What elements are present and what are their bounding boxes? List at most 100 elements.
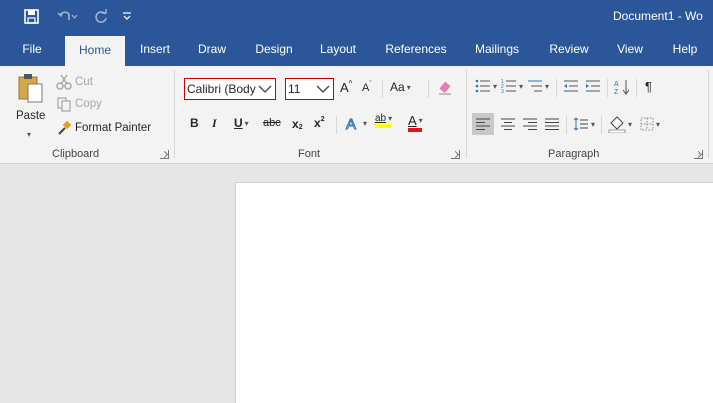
subscript-mark: 2 bbox=[298, 124, 303, 131]
undo-button[interactable] bbox=[55, 7, 81, 25]
align-right-icon bbox=[523, 118, 537, 130]
tab-home[interactable]: Home bbox=[65, 36, 125, 66]
shading-button[interactable]: ▾ bbox=[608, 115, 632, 133]
subscript-label: x bbox=[292, 116, 299, 131]
text-effects-icon: A bbox=[346, 116, 357, 133]
font-size-combo[interactable]: 11 bbox=[285, 78, 334, 100]
increase-indent-icon bbox=[586, 80, 600, 92]
font-size-value: 11 bbox=[288, 82, 301, 96]
highlight-color-button[interactable]: ab ▾ bbox=[375, 113, 392, 128]
document-page[interactable] bbox=[235, 182, 713, 403]
underline-label: U bbox=[234, 116, 243, 130]
tab-design[interactable]: Design bbox=[250, 33, 298, 66]
tab-insert[interactable]: Insert bbox=[133, 33, 177, 66]
title-bar: Document1 - Wo bbox=[0, 0, 713, 33]
font-color-label: A bbox=[408, 113, 417, 128]
font-dialog-launcher[interactable] bbox=[451, 150, 460, 159]
decrease-indent-button[interactable] bbox=[563, 79, 579, 93]
cut-button[interactable]: Cut bbox=[56, 74, 93, 90]
copy-label: Copy bbox=[75, 98, 102, 110]
align-right-button[interactable] bbox=[522, 117, 538, 131]
separator bbox=[336, 116, 337, 134]
borders-icon bbox=[640, 117, 654, 131]
sort-button[interactable]: A Z bbox=[614, 79, 630, 95]
chevron-down-icon[interactable] bbox=[257, 82, 273, 96]
svg-text:Z: Z bbox=[614, 89, 619, 95]
shrink-font-button[interactable]: Aˇ bbox=[362, 81, 372, 95]
format-painter-label: Format Painter bbox=[75, 122, 152, 134]
tab-layout[interactable]: Layout bbox=[314, 33, 362, 66]
align-left-icon bbox=[476, 118, 490, 130]
change-case-label: Aa bbox=[390, 80, 405, 94]
increase-indent-button[interactable] bbox=[585, 79, 601, 93]
multilevel-list-icon bbox=[528, 80, 542, 92]
separator bbox=[428, 80, 429, 98]
strikethrough-button[interactable]: abc bbox=[263, 117, 281, 129]
align-center-button[interactable] bbox=[500, 117, 516, 131]
justify-button[interactable] bbox=[544, 117, 560, 131]
paint-bucket-icon bbox=[608, 116, 626, 133]
ribbon: Paste ▾ Cut Copy Format Painter Clipboar… bbox=[0, 66, 713, 164]
highlight-label: ab bbox=[375, 113, 387, 124]
shrink-font-label: A bbox=[362, 82, 370, 94]
customize-qat-button[interactable] bbox=[120, 7, 134, 25]
borders-button[interactable]: ▾ bbox=[640, 117, 660, 131]
numbering-button[interactable]: 1 2 3 ▾ bbox=[501, 79, 523, 93]
tab-references[interactable]: References bbox=[380, 33, 452, 66]
redo-icon bbox=[95, 9, 107, 23]
grow-font-button[interactable]: A ^ bbox=[340, 79, 352, 95]
tab-draw[interactable]: Draw bbox=[192, 33, 232, 66]
clear-formatting-button[interactable] bbox=[437, 80, 453, 96]
superscript-label: x bbox=[314, 116, 321, 130]
tab-view[interactable]: View bbox=[610, 33, 650, 66]
align-left-button[interactable] bbox=[472, 113, 494, 135]
separator bbox=[382, 80, 383, 98]
ribbon-tabs: File Home Insert Draw Design Layout Refe… bbox=[0, 33, 713, 66]
bullets-button[interactable]: ▾ bbox=[475, 79, 497, 93]
group-separator bbox=[174, 70, 175, 158]
change-case-button[interactable]: Aa ▾ bbox=[390, 80, 411, 94]
bold-label: B bbox=[190, 116, 199, 130]
paste-dropdown-caret: ▾ bbox=[27, 130, 32, 139]
pilcrow-icon: ¶ bbox=[645, 79, 652, 94]
tab-file[interactable]: File bbox=[12, 33, 52, 66]
separator bbox=[566, 116, 567, 134]
copy-button[interactable]: Copy bbox=[56, 96, 102, 112]
paste-button[interactable]: Paste ▾ bbox=[12, 72, 45, 144]
subscript-button[interactable]: x2 bbox=[292, 116, 303, 132]
tab-help[interactable]: Help bbox=[665, 33, 705, 66]
font-name-combo[interactable]: Calibri (Body bbox=[184, 78, 276, 100]
svg-text:A: A bbox=[614, 81, 619, 88]
text-effects-button[interactable]: A ▾ bbox=[345, 114, 368, 133]
paragraph-dialog-launcher[interactable] bbox=[694, 150, 703, 159]
tab-review[interactable]: Review bbox=[543, 33, 595, 66]
strikethrough-label: abc bbox=[263, 117, 281, 129]
underline-button[interactable]: U ▾ bbox=[234, 116, 249, 130]
customize-icon bbox=[123, 12, 131, 20]
clipboard-group-label: Clipboard bbox=[52, 148, 100, 160]
line-spacing-button[interactable]: ▾ bbox=[573, 117, 595, 131]
bold-button[interactable]: B bbox=[190, 116, 199, 130]
italic-button[interactable]: I bbox=[212, 116, 217, 131]
separator bbox=[607, 79, 608, 97]
grow-font-label: A bbox=[340, 80, 349, 95]
font-color-button[interactable]: A ▾ bbox=[408, 113, 423, 132]
tab-mailings[interactable]: Mailings bbox=[468, 33, 526, 66]
font-group-label: Font bbox=[298, 148, 321, 160]
redo-button[interactable] bbox=[92, 7, 110, 25]
paragraph-group-label: Paragraph bbox=[548, 148, 600, 160]
save-button[interactable] bbox=[22, 7, 40, 25]
align-center-icon bbox=[501, 118, 515, 130]
chevron-down-icon[interactable] bbox=[315, 82, 331, 96]
multilevel-list-button[interactable]: ▾ bbox=[527, 79, 549, 93]
font-color-swatch bbox=[408, 128, 422, 132]
italic-label: I bbox=[212, 116, 217, 130]
scissors-icon bbox=[56, 74, 72, 90]
sort-icon: A Z bbox=[614, 80, 630, 95]
highlight-color-swatch bbox=[375, 124, 391, 128]
show-hide-marks-button[interactable]: ¶ bbox=[645, 79, 652, 94]
format-painter-button[interactable]: Format Painter bbox=[56, 120, 151, 136]
eraser-icon bbox=[439, 81, 451, 95]
superscript-button[interactable]: x2 bbox=[314, 116, 325, 131]
clipboard-dialog-launcher[interactable] bbox=[160, 150, 169, 159]
